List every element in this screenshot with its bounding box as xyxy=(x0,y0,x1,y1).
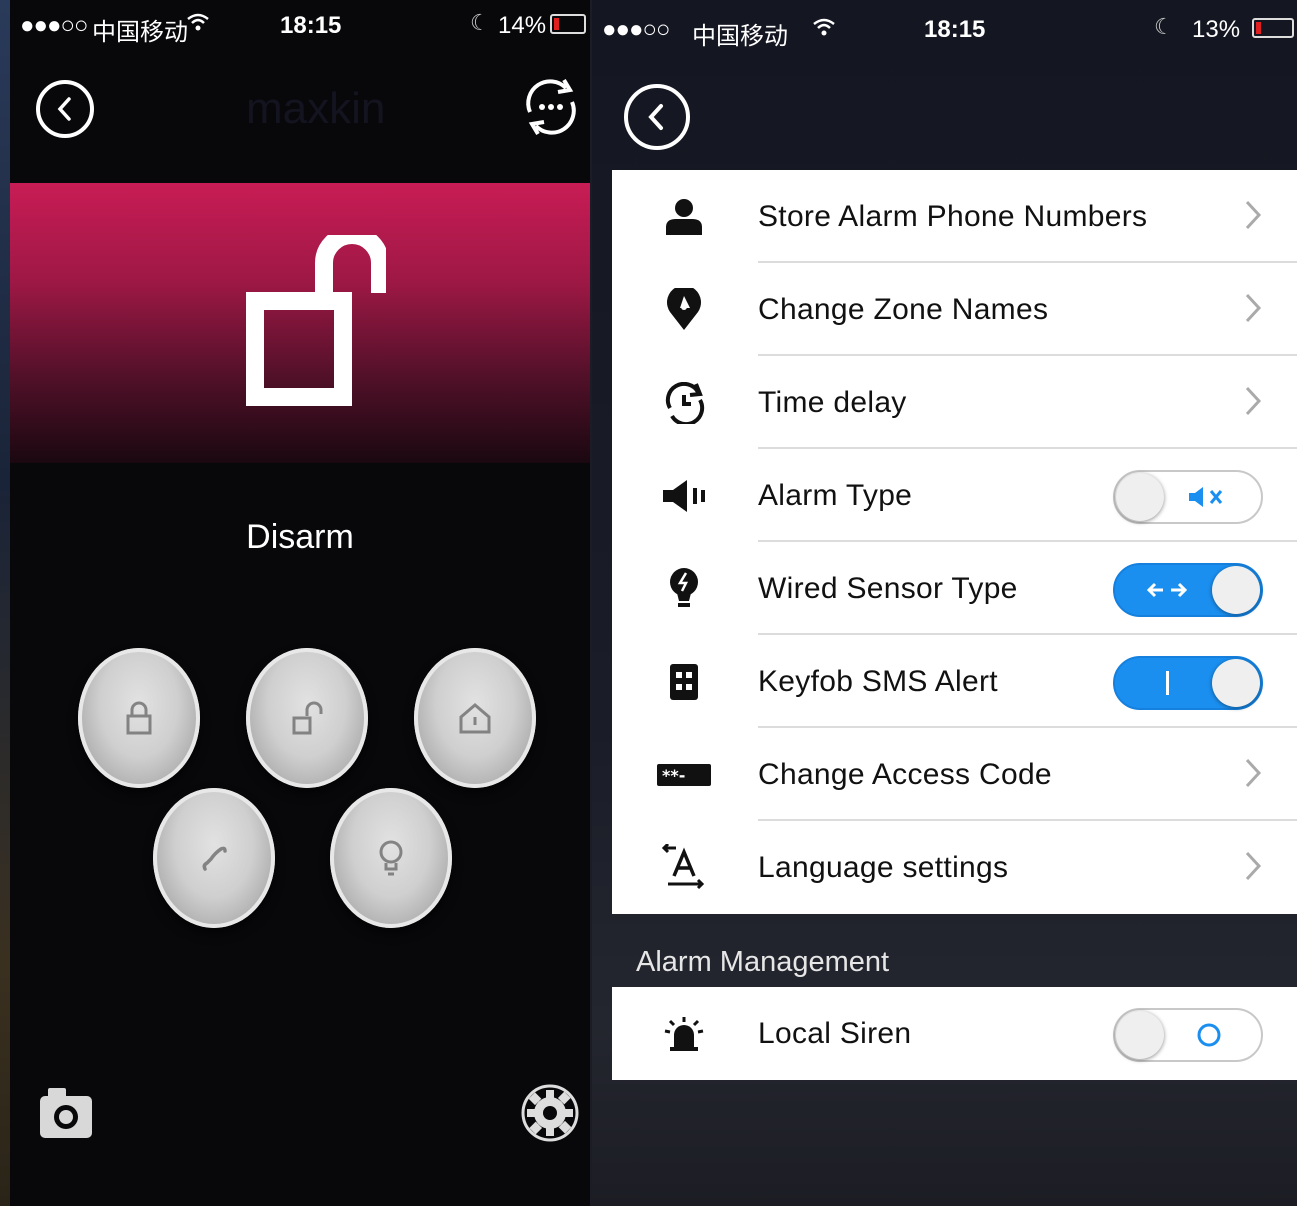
battery-icon xyxy=(1252,18,1294,38)
wifi-icon xyxy=(186,12,210,38)
toggle-knob xyxy=(1212,566,1260,614)
wifi-icon xyxy=(812,16,836,44)
wired-sensor-type-toggle[interactable] xyxy=(1113,563,1263,617)
call-button[interactable] xyxy=(153,788,275,928)
setting-label: Language settings xyxy=(758,851,1009,884)
back-button[interactable] xyxy=(36,80,94,138)
setting-row-local-siren: Local Siren xyxy=(612,987,1297,1080)
chevron-right-icon xyxy=(1245,200,1262,230)
setting-label: Time delay xyxy=(758,386,907,419)
sync-button[interactable] xyxy=(520,74,582,145)
signal-strength: ●●●○○ xyxy=(602,16,670,43)
password-icon: **- xyxy=(656,752,712,798)
moon-icon: ☾ xyxy=(1154,14,1174,39)
phone-icon xyxy=(202,846,227,871)
chevron-right-icon xyxy=(1245,851,1262,881)
right-phone-screen: ●●●○○ 中国移动 18:15 ☾ 13% Store Alarm Phone… xyxy=(592,0,1297,1206)
svg-text:**-: **- xyxy=(662,766,685,785)
toggle-knob xyxy=(1212,659,1260,707)
chevron-left-icon xyxy=(648,104,663,130)
camera-button[interactable] xyxy=(38,1082,94,1145)
battery-percent: 14% xyxy=(498,12,547,39)
mute-icon xyxy=(1187,472,1225,522)
status-bar: ●●●○○ 中国移动 18:15 ☾ 14% xyxy=(10,0,590,50)
alarm-type-toggle[interactable] xyxy=(1113,470,1263,524)
setting-row-wired-sensor-type: Wired Sensor Type xyxy=(612,542,1297,635)
gear-icon xyxy=(521,1084,579,1142)
battery-icon xyxy=(550,14,586,34)
disarm-button[interactable] xyxy=(246,648,368,788)
clock-refresh-icon xyxy=(656,380,712,426)
setting-label: Store Alarm Phone Numbers xyxy=(758,200,1148,233)
text-direction-icon xyxy=(656,844,712,891)
lock-icon xyxy=(126,701,152,735)
status-time: 18:15 xyxy=(924,16,986,43)
home-icon xyxy=(459,703,491,734)
chevron-right-icon xyxy=(1245,293,1262,323)
app-title: maxkin xyxy=(246,84,386,133)
background-edge xyxy=(0,0,10,1206)
setting-label: Local Siren xyxy=(758,1017,912,1050)
on-bar-icon xyxy=(1165,658,1171,708)
light-button[interactable] xyxy=(330,788,452,928)
person-icon xyxy=(656,194,712,240)
chevron-right-icon xyxy=(1245,758,1262,788)
settings-list: Store Alarm Phone Numbers Change Zone Na… xyxy=(612,170,1297,914)
status-bar: ●●●○○ 中国移动 18:15 ☾ 13% xyxy=(592,4,1297,54)
setting-row-keyfob-sms-alert: Keyfob SMS Alert xyxy=(612,635,1297,728)
setting-row-store-alarm-phone-numbers[interactable]: Store Alarm Phone Numbers xyxy=(612,170,1297,263)
status-hero xyxy=(10,183,590,463)
toggle-knob xyxy=(1116,1011,1164,1059)
setting-row-language-settings[interactable]: Language settings xyxy=(612,821,1297,914)
signal-strength: ●●●○○ xyxy=(20,12,88,39)
keyfob-icon xyxy=(656,659,712,705)
section-header-alarm-management: Alarm Management xyxy=(636,946,890,978)
arm-button[interactable] xyxy=(78,648,200,788)
setting-label: Alarm Type xyxy=(758,479,913,512)
local-siren-toggle[interactable] xyxy=(1113,1008,1263,1062)
location-pin-icon xyxy=(656,287,712,333)
alarm-management-list: Local Siren xyxy=(612,987,1297,1080)
off-circle-icon xyxy=(1195,1010,1223,1060)
speaker-icon xyxy=(656,473,712,519)
setting-label: Change Zone Names xyxy=(758,293,1049,326)
toggle-knob xyxy=(1116,473,1164,521)
arm-state-label: Disarm xyxy=(246,518,354,556)
keyfob-sms-alert-toggle[interactable] xyxy=(1113,656,1263,710)
unlocked-padlock-icon xyxy=(246,235,386,406)
home-arm-button[interactable] xyxy=(414,648,536,788)
siren-icon xyxy=(656,1011,712,1057)
lightbulb-icon xyxy=(656,566,712,612)
swap-arrows-icon xyxy=(1145,565,1189,615)
bulb-icon xyxy=(379,840,403,876)
status-time: 18:15 xyxy=(280,12,342,39)
chevron-right-icon xyxy=(1245,386,1262,416)
chevron-left-icon xyxy=(57,97,71,121)
moon-icon: ☾ xyxy=(470,10,490,35)
carrier-name: 中国移动 xyxy=(692,23,788,50)
setting-row-alarm-type: Alarm Type xyxy=(612,449,1297,542)
battery-percent: 13% xyxy=(1192,16,1241,43)
settings-button[interactable] xyxy=(521,1080,579,1151)
unlock-icon xyxy=(292,701,323,735)
left-phone-screen: ●●●○○ 中国移动 18:15 ☾ 14% maxkin Disarm xyxy=(10,0,590,1206)
camera-icon xyxy=(40,1088,92,1138)
setting-row-time-delay[interactable]: Time delay xyxy=(612,356,1297,449)
setting-row-change-zone-names[interactable]: Change Zone Names xyxy=(612,263,1297,356)
setting-row-change-access-code[interactable]: **- Change Access Code xyxy=(612,728,1297,821)
back-button[interactable] xyxy=(624,84,690,150)
setting-label: Wired Sensor Type xyxy=(758,572,1018,605)
setting-label: Keyfob SMS Alert xyxy=(758,665,998,698)
setting-label: Change Access Code xyxy=(758,758,1052,791)
carrier-name: 中国移动 xyxy=(92,19,188,46)
sync-icon xyxy=(526,78,576,136)
